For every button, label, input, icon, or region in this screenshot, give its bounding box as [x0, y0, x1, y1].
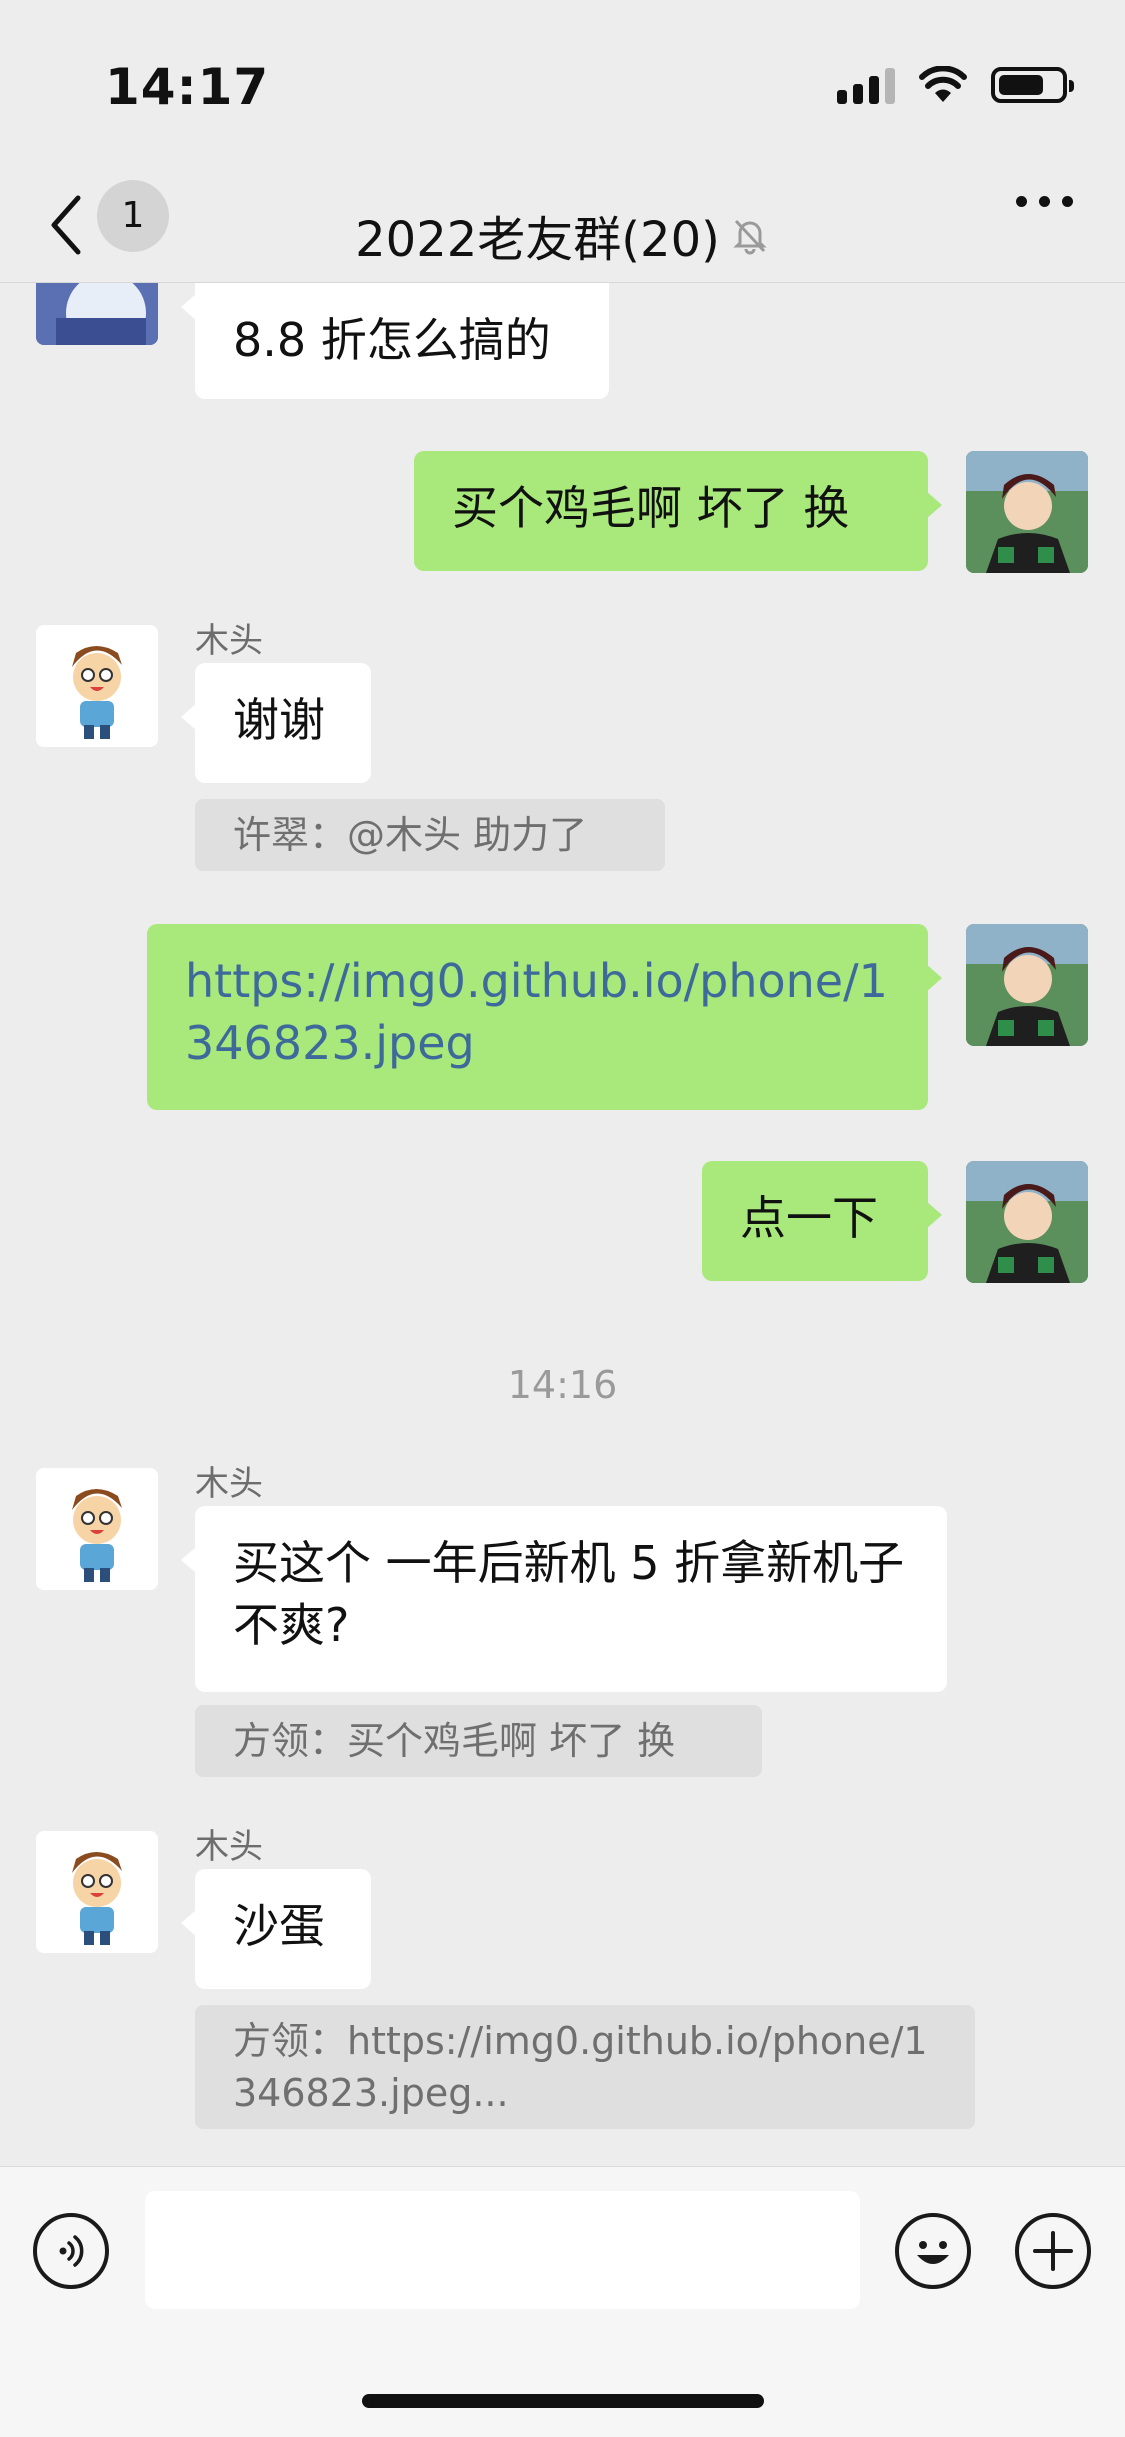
avatar[interactable]	[966, 451, 1088, 573]
plus-icon[interactable]	[1015, 2213, 1091, 2289]
message-bubble[interactable]: 沙蛋	[181, 1869, 371, 1989]
status-time: 14:17	[105, 58, 270, 116]
message-bubble[interactable]: 买个鸡毛啊 坏了 换	[414, 451, 942, 571]
avatar[interactable]	[36, 283, 158, 345]
signal-icon	[837, 66, 895, 104]
more-dots-icon[interactable]	[1016, 196, 1073, 207]
message-bubble[interactable]: 谢谢	[181, 663, 371, 783]
quoted-reply[interactable]: 方领：买个鸡毛啊 坏了 换	[195, 1705, 762, 1777]
message-link[interactable]: https://img0.github.io/phone/1346823.jpe…	[147, 924, 942, 1110]
sender-name: 木头	[195, 1827, 263, 1867]
message-input[interactable]	[145, 2191, 860, 2309]
status-bar: 14:17	[0, 0, 1125, 170]
avatar[interactable]	[966, 1161, 1088, 1283]
bell-muted-icon	[733, 219, 767, 255]
sender-name: 木头	[195, 621, 263, 661]
message-bubble[interactable]: 点一下	[702, 1161, 942, 1281]
sender-name: 木头	[195, 1464, 263, 1504]
avatar[interactable]	[966, 924, 1088, 1046]
avatar[interactable]	[36, 625, 158, 747]
wifi-icon	[919, 66, 967, 102]
home-indicator[interactable]	[362, 2394, 764, 2408]
message-timestamp: 14:16	[507, 1363, 618, 1407]
status-icons	[837, 66, 1074, 104]
chat-title-bar: 2022老友群(20)	[0, 200, 1125, 270]
battery-icon	[991, 67, 1074, 103]
message-bubble[interactable]: 8.8 折怎么搞的	[181, 283, 609, 399]
message-list[interactable]: 8.8 折怎么搞的 买个鸡毛啊 坏了 换 木头 谢谢 许翠：@木头 助力了 ht…	[0, 283, 1125, 2165]
avatar[interactable]	[36, 1468, 158, 1590]
quoted-reply[interactable]: 许翠：@木头 助力了	[195, 799, 665, 871]
voice-icon[interactable]	[33, 2213, 109, 2289]
quoted-reply[interactable]: 方领：https://img0.github.io/phone/1346823.…	[195, 2005, 975, 2129]
emoji-icon[interactable]	[895, 2213, 971, 2289]
chat-title[interactable]: 2022老友群(20)	[355, 200, 720, 270]
message-bubble[interactable]: 买这个 一年后新机 5 折拿新机子 不爽?	[181, 1506, 947, 1692]
avatar[interactable]	[36, 1831, 158, 1953]
